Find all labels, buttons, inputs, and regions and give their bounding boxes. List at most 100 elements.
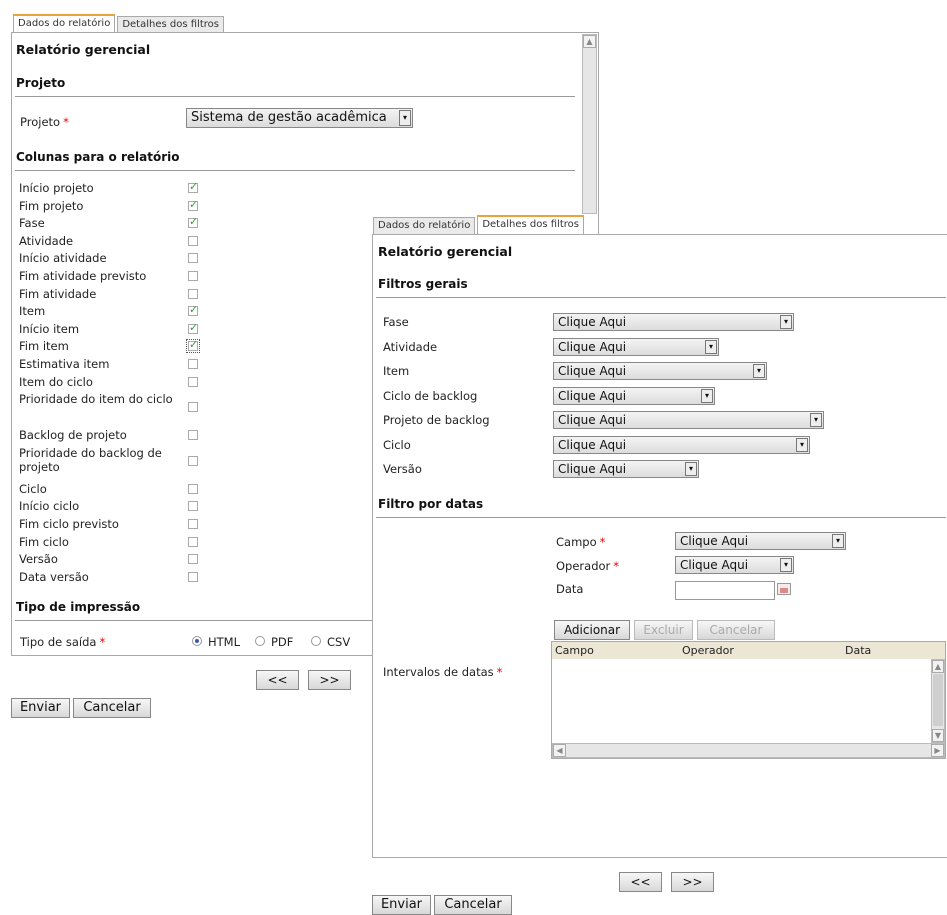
column-label: Prioridade do backlog de projeto [19,445,162,474]
operador-label: Operador * [556,559,620,573]
prev-button[interactable]: << [256,670,299,690]
scroll-right-icon[interactable]: ▶ [931,744,944,757]
filter-select[interactable]: Clique Aqui ▾ [553,435,810,454]
campo-label: Campo * [556,535,606,549]
column-label: Fim ciclo previsto [19,517,119,531]
grid-col-campo: Campo [555,644,594,657]
output-type-label: Tipo de saída * [20,635,106,649]
project-section-title: Projeto [16,76,66,90]
column-checkbox[interactable] [188,455,198,466]
data-label: Data [556,582,584,596]
print-section-title: Tipo de impressão [16,600,141,614]
filter-label: Fase [383,315,409,329]
filter-select[interactable]: Clique Aqui ▾ [553,362,767,380]
date-input[interactable] [675,581,775,600]
column-checkbox[interactable] [188,571,198,582]
send-button[interactable]: Enviar [11,698,70,718]
column-checkbox[interactable] [188,554,198,565]
filter-select-value: Clique Aqui [558,388,627,403]
filter-label: Item [383,364,410,378]
radio-html-label: HTML [208,635,241,649]
scroll-up-icon[interactable]: ▲ [932,660,944,673]
column-checkbox[interactable] [188,271,198,281]
prev-button[interactable]: << [619,872,662,892]
column-checkbox[interactable] [188,180,198,193]
filter-select-value: Clique Aqui [558,315,627,329]
grid-scrollbar-h[interactable]: ◀ ▶ [552,743,945,758]
next-button[interactable]: >> [671,872,714,892]
column-checkbox[interactable] [188,376,198,387]
column-checkbox[interactable] [188,235,198,246]
filter-select-value: Clique Aqui [558,437,627,452]
radio-html[interactable] [192,636,202,646]
column-checkbox[interactable] [188,402,198,413]
filter-label: Versão [383,462,422,476]
filter-select[interactable]: Clique Aqui ▾ [553,313,794,331]
column-checkbox[interactable] [188,215,198,229]
column-checkbox[interactable] [188,359,198,369]
filter-select[interactable]: Clique Aqui ▾ [553,386,715,405]
calendar-icon-mark [780,588,788,593]
radio-csv[interactable] [311,636,321,646]
filter-select[interactable]: Clique Aqui ▾ [553,411,824,429]
date-filter-title: Filtro por datas [378,497,484,511]
filter-select-value: Clique Aqui [558,413,627,427]
next-button[interactable]: >> [308,670,351,690]
column-checkbox[interactable] [188,430,198,441]
radio-pdf-label: PDF [271,635,294,649]
delete-button[interactable]: Excluir [634,620,693,640]
grid-scrollbar-v[interactable]: ▲ ▼ [931,659,945,743]
project-select[interactable]: Sistema de gestão acadêmica ▾ [186,108,413,128]
add-button[interactable]: Adicionar [554,620,630,640]
scroll-down-icon[interactable]: ▼ [932,729,944,742]
column-checkbox[interactable] [186,338,200,354]
right-tab-bar: Dados do relatório Detalhes dos filtros [373,215,586,234]
filter-select[interactable]: Clique Aqui ▾ [553,337,719,356]
column-label: Versão [19,552,58,567]
filter-label: Atividade [383,339,438,354]
filter-select[interactable]: Clique Aqui ▾ [553,460,699,478]
tab-detalhes-filtros[interactable]: Detalhes dos filtros [117,16,224,33]
column-checkbox[interactable] [188,198,198,211]
column-checkbox[interactable] [188,536,198,547]
operador-select-value: Clique Aqui [680,558,749,572]
left-scrollbar[interactable]: ▲ [582,34,597,214]
column-checkbox[interactable] [188,321,198,334]
cancel-button[interactable]: Cancelar [73,698,151,718]
tab-dados-relatorio[interactable]: Dados do relatório [373,217,476,234]
chevron-down-icon: ▾ [780,315,792,329]
tab-detalhes-filtros[interactable]: Detalhes dos filtros [477,215,584,234]
filter-label: Ciclo de backlog [383,388,478,403]
left-tab-bar: Dados do relatório Detalhes dos filtros [13,14,226,33]
column-label: Data versão [19,569,89,584]
column-label: Fim ciclo [19,534,69,549]
intervals-grid: Campo Operador Data ▲ ▼ ◀ ▶ [551,641,946,759]
operador-select[interactable]: Clique Aqui ▾ [675,556,794,574]
column-label: Item do ciclo [19,374,93,389]
filter-label: Ciclo [383,437,411,452]
column-label: Início atividade [19,251,107,266]
right-page-title: Relatório gerencial [378,244,513,259]
calendar-icon[interactable] [777,583,791,595]
radio-pdf[interactable] [255,636,265,646]
column-checkbox[interactable] [188,519,198,529]
column-label: Início item [19,321,80,336]
cancel-button[interactable]: Cancelar [434,895,512,915]
column-checkbox[interactable] [188,288,198,299]
tab-dados-relatorio[interactable]: Dados do relatório [13,14,116,33]
intervals-label: Intervalos de datas * [383,665,503,679]
campo-select[interactable]: Clique Aqui ▾ [675,532,846,550]
column-label: Estimativa item [19,357,110,371]
grid-cancel-button[interactable]: Cancelar [697,620,775,640]
column-checkbox[interactable] [188,501,198,512]
scroll-up-icon[interactable]: ▲ [583,35,596,48]
column-checkbox[interactable] [188,303,198,317]
column-label: Fim item [19,339,69,354]
column-label: Início projeto [19,181,94,195]
column-checkbox[interactable] [188,483,198,494]
scroll-thumb[interactable] [933,674,943,726]
scroll-left-icon[interactable]: ◀ [553,744,566,757]
divider [15,170,575,171]
send-button[interactable]: Enviar [372,895,431,915]
column-checkbox[interactable] [188,253,198,264]
